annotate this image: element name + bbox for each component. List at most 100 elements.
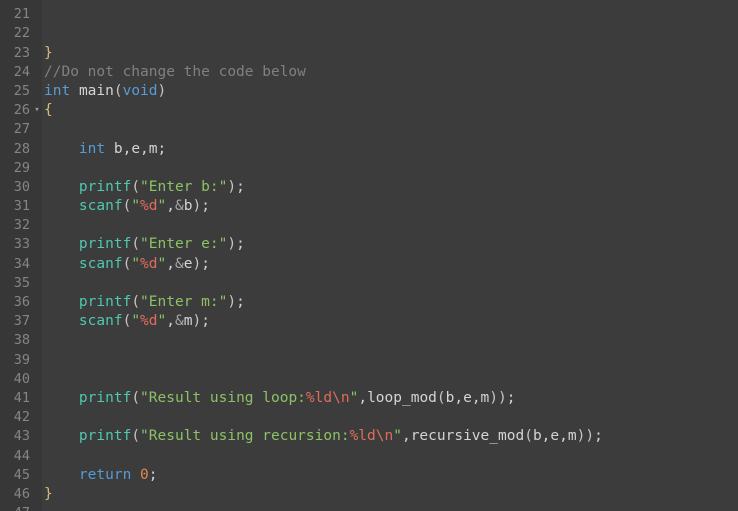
- code-token: ): [192, 198, 202, 215]
- code-line[interactable]: 33 printf("Enter e:");: [0, 235, 738, 255]
- code-token: ): [192, 255, 202, 272]
- code-token: int: [44, 82, 71, 99]
- code-token: &: [174, 313, 184, 330]
- code-token: printf: [78, 389, 132, 406]
- code-line[interactable]: 23}: [0, 43, 738, 63]
- code-token: printf: [78, 178, 132, 195]
- code-token: ;: [201, 313, 210, 330]
- code-token: %ld: [349, 428, 376, 445]
- code-token: ": [393, 428, 402, 445]
- code-line[interactable]: 37 scanf("%d",&m);: [0, 312, 738, 332]
- code-token: &: [174, 198, 184, 215]
- code-token: scanf: [78, 198, 123, 215]
- code-text: scanf("%d",&e);: [44, 255, 210, 274]
- code-token: b,e,m: [445, 389, 490, 406]
- code-token: (: [131, 178, 141, 195]
- code-token: ,: [358, 389, 368, 406]
- code-text: int b,e,m;: [44, 140, 166, 159]
- code-token: //Do not change the code below: [44, 63, 306, 80]
- code-token: ): [157, 82, 167, 99]
- code-line[interactable]: 27: [0, 120, 738, 140]
- code-token: printf: [78, 236, 132, 253]
- code-token: ): [192, 313, 202, 330]
- code-token: ": [157, 255, 167, 272]
- code-line[interactable]: 29: [0, 158, 738, 178]
- code-line[interactable]: 42: [0, 408, 738, 428]
- line-number: 34: [0, 254, 30, 274]
- line-number: 21: [0, 5, 30, 25]
- code-token: ;: [236, 236, 245, 253]
- code-token: %d: [140, 255, 158, 272]
- code-text: printf("Result using recursion:%ld\n",re…: [44, 427, 603, 446]
- code-text: scanf("%d",&m);: [44, 312, 210, 331]
- code-line[interactable]: 28 int b,e,m;: [0, 139, 738, 159]
- code-line[interactable]: 35: [0, 273, 738, 294]
- code-line[interactable]: 46}: [0, 484, 738, 505]
- line-number: 32: [0, 216, 30, 236]
- code-token: "Result using recursion:: [140, 428, 350, 445]
- code-token: %d: [140, 198, 158, 215]
- code-text: printf("Enter b:");: [44, 178, 245, 197]
- code-line[interactable]: 38: [0, 331, 738, 351]
- code-token: ": [157, 198, 167, 215]
- line-number: 42: [0, 408, 30, 428]
- line-number: 40: [0, 369, 30, 389]
- code-token: b,e,m;: [105, 140, 167, 157]
- code-token: (: [131, 294, 141, 310]
- code-token: (: [113, 82, 123, 99]
- code-token: printf: [78, 428, 132, 445]
- line-number: 22: [0, 24, 30, 44]
- line-number: 26: [0, 101, 30, 121]
- code-line[interactable]: 26 ▾{: [0, 101, 738, 121]
- code-token: "Result using loop:: [140, 389, 306, 406]
- code-token: \n: [375, 428, 394, 445]
- code-line[interactable]: 30 printf("Enter b:");: [0, 177, 738, 198]
- code-text: {: [44, 101, 53, 120]
- code-line[interactable]: 25 int main(void): [0, 81, 738, 102]
- code-line[interactable]: 24 //Do not change the code below: [0, 62, 738, 82]
- code-token: ): [227, 294, 237, 310]
- code-line[interactable]: 31 scanf("%d",&b);: [0, 197, 738, 217]
- code-token: ,: [401, 428, 411, 445]
- code-line[interactable]: 41 printf("Result using loop:%ld\n",loop…: [0, 388, 738, 409]
- line-number: 24: [0, 62, 30, 82]
- code-token: 0: [140, 466, 149, 483]
- code-token: \n: [332, 389, 350, 406]
- line-number: 29: [0, 158, 30, 178]
- code-surface[interactable]: 20212223}24//Do not change the code belo…: [0, 0, 738, 511]
- fold-arrow-icon[interactable]: ▾: [32, 101, 42, 120]
- code-token: ): [585, 428, 595, 445]
- code-line[interactable]: 21: [0, 5, 738, 25]
- code-line[interactable]: 32: [0, 216, 738, 236]
- code-token: ": [131, 198, 141, 215]
- code-token: "Enter m:": [140, 294, 228, 310]
- code-line[interactable]: 34 scanf("%d",&e);: [0, 254, 738, 274]
- line-number: 45: [0, 465, 30, 485]
- code-token: int: [78, 140, 106, 157]
- code-line[interactable]: 44: [0, 446, 738, 466]
- code-token: {: [44, 102, 53, 119]
- code-token: main: [78, 82, 114, 99]
- code-text: scanf("%d",&b);: [44, 197, 210, 216]
- code-token: %ld: [305, 389, 333, 406]
- code-line[interactable]: 36 printf("Enter m:");: [0, 293, 738, 313]
- code-text: return 0;: [44, 466, 158, 485]
- code-line[interactable]: 45 return 0;: [0, 465, 738, 485]
- code-line[interactable]: 43 printf("Result using recursion:%ld\n"…: [0, 427, 738, 447]
- line-number: 46: [0, 484, 30, 505]
- code-token: (: [436, 389, 446, 406]
- code-editor[interactable]: 20212223}24//Do not change the code belo…: [0, 0, 738, 511]
- code-token: loop_mod: [367, 389, 437, 406]
- code-line[interactable]: 22: [0, 24, 738, 44]
- line-number: 36: [0, 293, 30, 313]
- code-line[interactable]: 40: [0, 369, 738, 389]
- code-line[interactable]: 47: [0, 504, 738, 511]
- code-token: (: [131, 236, 141, 253]
- code-line[interactable]: 39: [0, 350, 738, 370]
- code-token: (: [524, 428, 533, 445]
- code-text: printf("Enter m:");: [44, 293, 245, 312]
